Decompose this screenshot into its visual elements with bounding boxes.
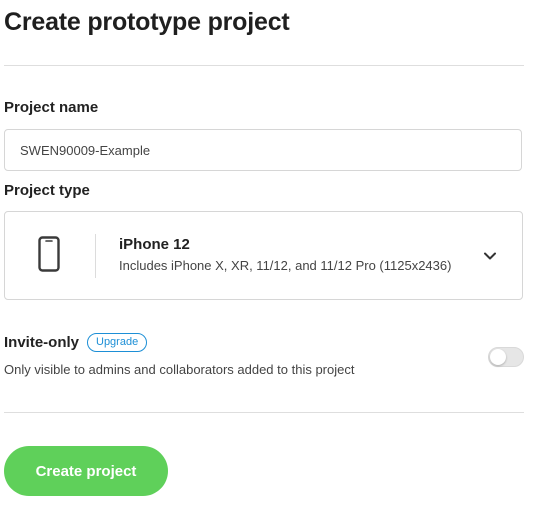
- create-project-button[interactable]: Create project: [4, 446, 168, 496]
- page-title: Create prototype project: [4, 8, 290, 36]
- project-type-select[interactable]: iPhone 12 Includes iPhone X, XR, 11/12, …: [4, 211, 523, 300]
- divider-top: [4, 65, 524, 66]
- divider-bottom: [4, 412, 524, 413]
- chevron-down-icon[interactable]: [483, 249, 497, 263]
- type-divider: [95, 234, 96, 278]
- upgrade-badge[interactable]: Upgrade: [87, 333, 148, 352]
- project-name-input[interactable]: [4, 129, 522, 171]
- project-name-label: Project name: [4, 99, 99, 116]
- toggle-knob: [490, 349, 506, 365]
- create-project-dialog: Create prototype project Project name Pr…: [0, 0, 539, 508]
- invite-only-toggle[interactable]: [488, 347, 524, 367]
- project-type-label: Project type: [4, 182, 90, 199]
- invite-only-description: Only visible to admins and collaborators…: [4, 362, 355, 377]
- project-type-description: Includes iPhone X, XR, 11/12, and 11/12 …: [119, 258, 452, 273]
- phone-icon: [38, 236, 60, 272]
- project-type-title: iPhone 12: [119, 236, 190, 253]
- invite-only-label: Invite-only: [4, 334, 80, 351]
